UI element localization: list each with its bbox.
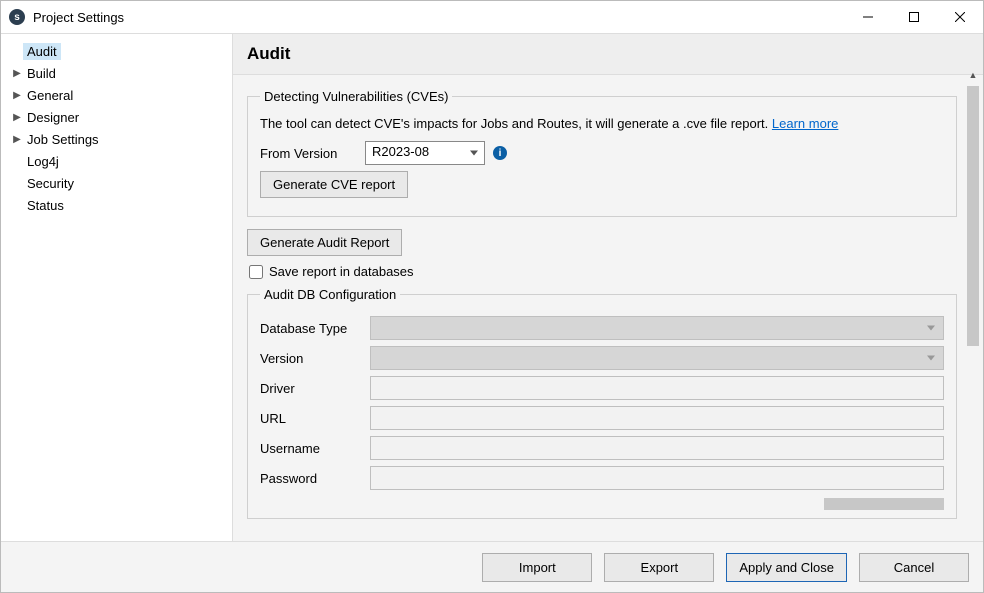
db-config-legend: Audit DB Configuration bbox=[260, 287, 400, 302]
sidebar-item-label: Log4j bbox=[23, 153, 63, 170]
sidebar-item-log4j[interactable]: Log4j bbox=[1, 150, 232, 172]
driver-input[interactable] bbox=[370, 376, 944, 400]
save-in-db-checkbox[interactable] bbox=[249, 265, 263, 279]
from-version-select[interactable]: R2023-08 bbox=[365, 141, 485, 165]
vertical-scrollbar[interactable]: ▲ bbox=[965, 70, 981, 541]
sidebar-item-security[interactable]: Security bbox=[1, 172, 232, 194]
app-icon: s bbox=[9, 9, 25, 25]
sidebar-item-label: Audit bbox=[23, 43, 61, 60]
password-input[interactable] bbox=[370, 466, 944, 490]
sidebar-item-general[interactable]: ▶ General bbox=[1, 84, 232, 106]
apply-and-close-button[interactable]: Apply and Close bbox=[726, 553, 847, 582]
vertical-scroll-thumb[interactable] bbox=[967, 86, 979, 346]
sidebar-item-label: Designer bbox=[23, 109, 83, 126]
database-type-select[interactable] bbox=[370, 316, 944, 340]
cancel-button[interactable]: Cancel bbox=[859, 553, 969, 582]
sidebar-item-label: General bbox=[23, 87, 77, 104]
driver-label: Driver bbox=[260, 381, 370, 396]
sidebar-item-job-settings[interactable]: ▶ Job Settings bbox=[1, 128, 232, 150]
from-version-label: From Version bbox=[260, 146, 365, 161]
username-input[interactable] bbox=[370, 436, 944, 460]
sidebar-item-label: Status bbox=[23, 197, 68, 214]
scroll-up-icon[interactable]: ▲ bbox=[965, 70, 981, 86]
page-title: Audit bbox=[233, 34, 983, 75]
chevron-right-icon: ▶ bbox=[11, 68, 23, 79]
sidebar-item-label: Job Settings bbox=[23, 131, 103, 148]
db-config-group: Audit DB Configuration Database Type Ver… bbox=[247, 287, 957, 519]
cve-description: The tool can detect CVE's impacts for Jo… bbox=[260, 116, 772, 131]
sidebar-item-build[interactable]: ▶ Build bbox=[1, 62, 232, 84]
db-version-select[interactable] bbox=[370, 346, 944, 370]
minimize-button[interactable] bbox=[845, 1, 891, 33]
horizontal-scrollbar[interactable] bbox=[260, 496, 944, 512]
cve-description-line: The tool can detect CVE's impacts for Jo… bbox=[260, 116, 944, 131]
maximize-button[interactable] bbox=[891, 1, 937, 33]
chevron-right-icon: ▶ bbox=[11, 112, 23, 123]
username-label: Username bbox=[260, 441, 370, 456]
main-content: Detecting Vulnerabilities (CVEs) The too… bbox=[233, 75, 983, 541]
generate-audit-button[interactable]: Generate Audit Report bbox=[247, 229, 402, 256]
sidebar: Audit ▶ Build ▶ General ▶ Designer ▶ Job… bbox=[1, 34, 233, 541]
database-type-label: Database Type bbox=[260, 321, 370, 336]
sidebar-item-audit[interactable]: Audit bbox=[1, 40, 232, 62]
url-label: URL bbox=[260, 411, 370, 426]
sidebar-item-label: Security bbox=[23, 175, 78, 192]
main-panel: Audit Detecting Vulnerabilities (CVEs) T… bbox=[233, 34, 983, 541]
cve-legend: Detecting Vulnerabilities (CVEs) bbox=[260, 89, 452, 104]
url-input[interactable] bbox=[370, 406, 944, 430]
from-version-value: R2023-08 bbox=[372, 144, 429, 159]
window-title: Project Settings bbox=[33, 10, 124, 25]
sidebar-item-status[interactable]: Status bbox=[1, 194, 232, 216]
close-button[interactable] bbox=[937, 1, 983, 33]
chevron-right-icon: ▶ bbox=[11, 90, 23, 101]
generate-cve-button[interactable]: Generate CVE report bbox=[260, 171, 408, 198]
export-button[interactable]: Export bbox=[604, 553, 714, 582]
password-label: Password bbox=[260, 471, 370, 486]
db-version-label: Version bbox=[260, 351, 370, 366]
dialog-footer: Import Export Apply and Close Cancel bbox=[1, 542, 983, 592]
chevron-right-icon: ▶ bbox=[11, 134, 23, 145]
sidebar-item-designer[interactable]: ▶ Designer bbox=[1, 106, 232, 128]
titlebar: s Project Settings bbox=[1, 1, 983, 33]
sidebar-item-label: Build bbox=[23, 65, 60, 82]
learn-more-link[interactable]: Learn more bbox=[772, 116, 838, 131]
info-icon[interactable]: i bbox=[493, 146, 507, 160]
save-in-db-label: Save report in databases bbox=[269, 264, 414, 279]
import-button[interactable]: Import bbox=[482, 553, 592, 582]
horizontal-scroll-thumb[interactable] bbox=[824, 498, 944, 510]
cve-group: Detecting Vulnerabilities (CVEs) The too… bbox=[247, 89, 957, 217]
